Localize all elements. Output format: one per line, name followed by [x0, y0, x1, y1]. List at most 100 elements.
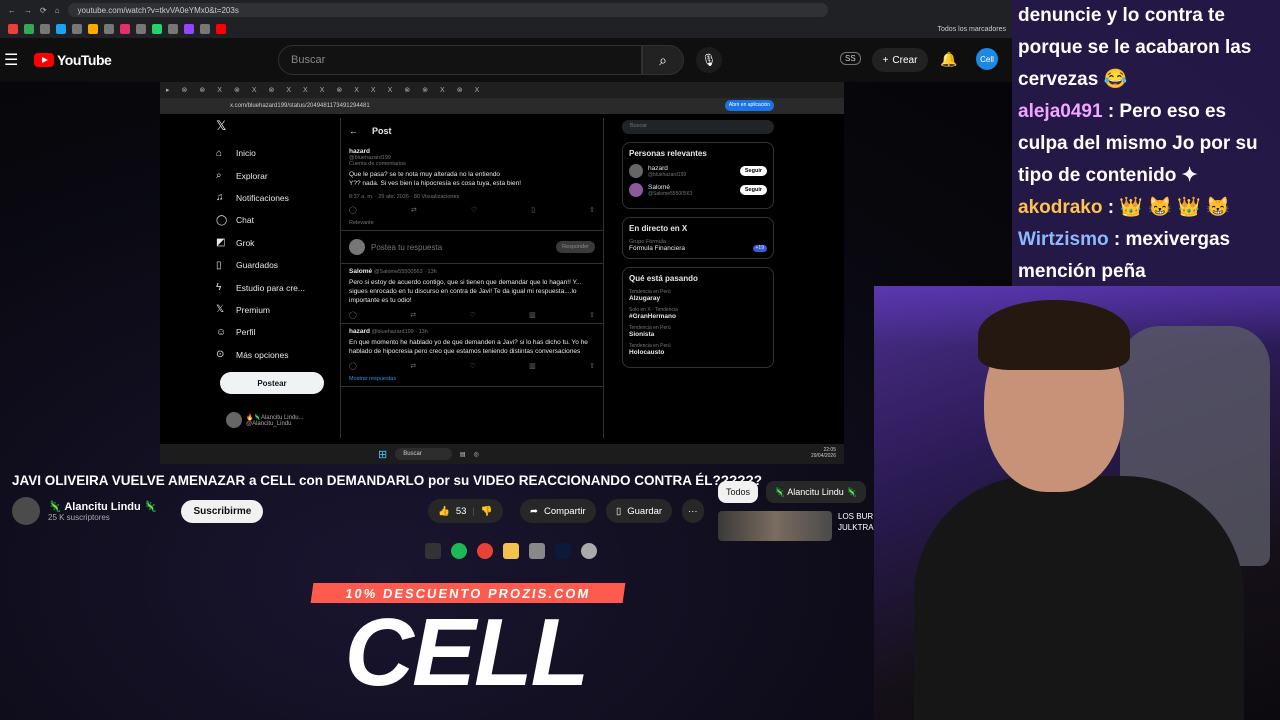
- bookmark-icon[interactable]: [88, 24, 98, 34]
- tab-icon: X: [251, 86, 257, 94]
- bookmark-icon[interactable]: [184, 24, 194, 34]
- tab-icon: ▸: [166, 87, 170, 94]
- video-player[interactable]: ▸ ⊗ ⊗ X ⊗ X ⊗ X X X ⊗ X X X ⊗ ⊗ X ⊗ X x.com/bluehazard199/…: [160, 82, 844, 464]
- bookmarks-bar: Todos los marcadores: [0, 20, 1012, 38]
- retweet-icon: ⇄: [410, 312, 417, 319]
- search-icon: ⌕: [659, 51, 667, 68]
- search-button[interactable]: ⌕: [642, 45, 684, 75]
- create-button[interactable]: + Crear: [872, 48, 928, 72]
- inner-url-text: x.com/bluehazard199/status/2049481173491…: [230, 103, 370, 109]
- bookmark-icon[interactable]: [104, 24, 114, 34]
- x-nav-label: Guardados: [236, 260, 279, 271]
- x-nav-label: Explorar: [236, 170, 268, 181]
- bookmark-icon[interactable]: [120, 24, 130, 34]
- bookmark-icon[interactable]: [56, 24, 66, 34]
- account-avatar[interactable]: Cell: [976, 48, 998, 70]
- stream-overlay: ← → ⟳ ⌂ youtube.com/watch?v=tkvVA0eYMx0&…: [0, 0, 1280, 720]
- bookmark-icon[interactable]: [8, 24, 18, 34]
- menu-icon[interactable]: ☰: [4, 50, 20, 70]
- folder-icon[interactable]: [503, 543, 519, 559]
- spotify-icon[interactable]: [451, 543, 467, 559]
- tweet-community-label: Cuenta de comentarios: [349, 161, 406, 167]
- app-icon[interactable]: [581, 543, 597, 559]
- like-count: 53: [455, 505, 467, 517]
- chip-all[interactable]: Todos: [718, 481, 759, 503]
- live-show: Fórmula Financiera: [629, 245, 685, 252]
- chip-channel[interactable]: 🦎 Alancitu Lindu 🦎: [766, 481, 866, 503]
- x-nav-notificaciones: ♫ Notificaciones: [216, 187, 346, 209]
- more-actions-button[interactable]: ···: [682, 499, 704, 523]
- share-button[interactable]: ➦ Compartir: [520, 499, 596, 523]
- reload-icon[interactable]: ⟳: [40, 6, 47, 15]
- obs-icon[interactable]: [425, 543, 441, 559]
- search-input[interactable]: Buscar: [278, 45, 642, 75]
- notifications-bell-icon[interactable]: 🔔: [940, 51, 957, 68]
- follow-button: Seguir: [739, 166, 767, 176]
- x-post-button: Postear: [220, 372, 324, 394]
- bookmark-icon[interactable]: [216, 24, 226, 34]
- x-nav-guardados: ▯ Guardados: [216, 254, 346, 276]
- x-post-column: ← Post hazard @bluehazard199 Cuenta de co…: [340, 118, 604, 438]
- chrome-icon[interactable]: [477, 543, 493, 559]
- recommendation-chips: Todos 🦎 Alancitu Lindu 🦎: [718, 481, 866, 503]
- recommended-video-thumbnail[interactable]: [718, 511, 832, 541]
- avatar: [349, 239, 365, 255]
- x-nav-label: Estudio para cre...: [236, 282, 305, 293]
- like-dislike-group: 👍 53 | 👎: [428, 499, 503, 523]
- bookmark-icon[interactable]: [136, 24, 146, 34]
- reply-composer: Postea tu respuesta Responder: [341, 231, 603, 264]
- promo-streamer-name: CELL: [344, 599, 590, 706]
- thumbs-down-icon[interactable]: 👎: [481, 506, 493, 517]
- channel-name[interactable]: 🦎 Alancitu Lindu 🦎: [48, 500, 157, 513]
- save-button[interactable]: ▯ Guardar: [606, 499, 673, 523]
- photoshop-icon[interactable]: [555, 543, 571, 559]
- more-icon: ⊙: [216, 349, 225, 361]
- retweet-icon: ⇄: [410, 207, 417, 214]
- thumbs-up-icon[interactable]: 👍: [438, 506, 450, 517]
- trend-item: Tendencia en Perú Holocausto: [629, 343, 767, 356]
- youtube-logo[interactable]: YouTube: [34, 52, 112, 68]
- tweet-author: Salomé: [349, 268, 373, 275]
- voice-search-button[interactable]: 🎙: [696, 47, 722, 73]
- bookmark-icon: ▯: [531, 207, 536, 214]
- bookmark-icon[interactable]: [152, 24, 162, 34]
- avatar: [629, 183, 643, 197]
- reply-icon: ◯: [349, 312, 357, 319]
- channel-avatar[interactable]: [12, 497, 40, 525]
- all-bookmarks-link[interactable]: Todos los marcadores: [938, 26, 1006, 33]
- tab-icon: ⊗: [422, 87, 429, 94]
- trend-topic: Sionista: [629, 331, 655, 338]
- trend-item: Solo en X · Tendencia #GranHermano: [629, 307, 767, 320]
- bookmark-icon[interactable]: [72, 24, 82, 34]
- home-icon[interactable]: ⌂: [55, 6, 60, 15]
- share-icon: ⇧: [589, 207, 595, 214]
- x-nav-label: Premium: [236, 304, 271, 315]
- x-nav-inicio: ⌂ Inicio: [216, 142, 346, 164]
- chat-username: akodrako: [1018, 197, 1103, 218]
- trends-panel: Qué está pasando Tendencia en Perú Alzuga…: [622, 267, 774, 368]
- chat-username: Wirtzismo: [1018, 229, 1109, 250]
- live-listener-count: +19: [752, 245, 767, 252]
- bookmark-icon[interactable]: [24, 24, 34, 34]
- reply-tweet: hazard @bluehazard199 · 13h En que momen…: [341, 324, 603, 387]
- views-icon: ▥: [529, 363, 536, 370]
- taskbar-apps: [425, 543, 597, 559]
- recommended-video-title[interactable]: LOS BUR JULKTRA: [838, 511, 878, 533]
- x-nav-label: Inicio: [236, 148, 256, 159]
- x-post-header: ← Post: [341, 118, 603, 144]
- clock-date: 29/04/2026: [810, 453, 836, 459]
- extension-badge[interactable]: SS: [840, 52, 861, 65]
- subscribe-button[interactable]: Suscribirme: [181, 499, 264, 523]
- forward-icon[interactable]: →: [24, 6, 32, 15]
- x-post-title: Post: [372, 126, 392, 136]
- tab-icon: ⊗: [268, 87, 275, 94]
- x-nav-grok: ◩ Grok: [216, 232, 346, 254]
- like-icon: ♡: [470, 207, 478, 214]
- youtube-play-icon: [34, 53, 54, 67]
- bookmark-icon[interactable]: [200, 24, 210, 34]
- bookmark-icon[interactable]: [168, 24, 178, 34]
- back-icon[interactable]: ←: [8, 6, 16, 15]
- address-bar[interactable]: youtube.com/watch?v=tkvVA0eYMx0&t=203s: [67, 3, 828, 17]
- bookmark-icon[interactable]: [40, 24, 50, 34]
- app-icon[interactable]: [529, 543, 545, 559]
